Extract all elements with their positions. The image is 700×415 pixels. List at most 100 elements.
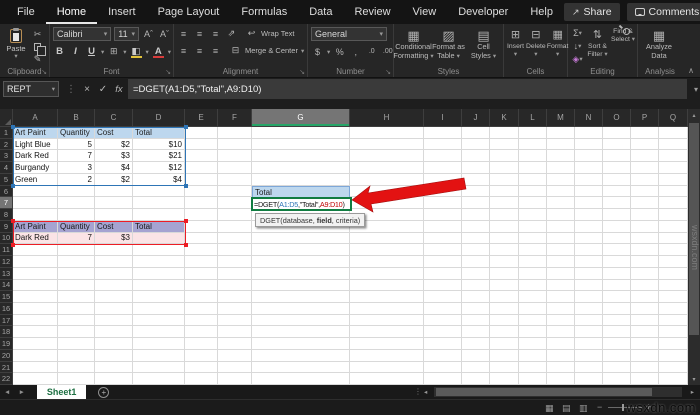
cell-A14[interactable] [13, 279, 58, 292]
scroll-down-icon[interactable]: ▾ [688, 373, 700, 385]
italic-button[interactable]: I [69, 45, 82, 58]
cell-D1[interactable]: Total [133, 127, 185, 139]
cell-O5[interactable] [603, 173, 631, 186]
cell-D7[interactable] [133, 197, 185, 210]
scrollbar-resize-handle[interactable]: ⋮ [414, 387, 422, 396]
cell-G1[interactable] [252, 127, 350, 139]
cell-P14[interactable] [631, 279, 659, 292]
cell-N3[interactable] [575, 150, 603, 163]
cell-J20[interactable] [462, 349, 490, 362]
cell-Q5[interactable] [659, 173, 688, 186]
cell-P20[interactable] [631, 349, 659, 362]
cell-O15[interactable] [603, 291, 631, 304]
cell-B6[interactable] [58, 185, 95, 198]
cell-P22[interactable] [631, 373, 659, 386]
cell-F4[interactable] [218, 162, 252, 174]
cell-F5[interactable] [218, 173, 252, 186]
cell-L22[interactable] [519, 373, 547, 386]
cell-M19[interactable] [547, 338, 575, 350]
cell-N10[interactable] [575, 232, 603, 245]
cell-N2[interactable] [575, 138, 603, 151]
cell-C10[interactable]: $3 [95, 232, 133, 245]
cell-N7[interactable] [575, 197, 603, 210]
cell-D8[interactable] [133, 209, 185, 221]
row-header-7[interactable]: 7 [0, 197, 13, 210]
cell-O18[interactable] [603, 326, 631, 339]
row-header-9[interactable]: 9 [0, 220, 13, 233]
horizontal-scrollbar[interactable] [434, 387, 682, 397]
cell-O8[interactable] [603, 209, 631, 221]
cell-P15[interactable] [631, 291, 659, 304]
zoom-out-button[interactable]: − [597, 402, 602, 412]
delete-cells-button[interactable]: ⊟ Delete ▾ [526, 27, 546, 65]
cell-N20[interactable] [575, 349, 603, 362]
cell-M13[interactable] [547, 267, 575, 280]
cell-M17[interactable] [547, 314, 575, 327]
cell-P3[interactable] [631, 150, 659, 163]
cell-D4[interactable]: $12 [133, 162, 185, 174]
cell-L12[interactable] [519, 256, 547, 268]
cell-E7[interactable] [185, 197, 218, 210]
cell-J3[interactable] [462, 150, 490, 163]
cell-L18[interactable] [519, 326, 547, 339]
cell-L8[interactable] [519, 209, 547, 221]
increase-decimal-button[interactable]: .0 [365, 45, 378, 58]
cell-F13[interactable] [218, 267, 252, 280]
cell-O3[interactable] [603, 150, 631, 163]
cell-M18[interactable] [547, 326, 575, 339]
cell-I15[interactable] [424, 291, 462, 304]
normal-view-button[interactable]: ▦ [545, 403, 554, 414]
row-header-4[interactable]: 4 [0, 162, 13, 174]
row-header-20[interactable]: 20 [0, 349, 13, 362]
cell-I7[interactable] [424, 197, 462, 210]
cell-M16[interactable] [547, 303, 575, 315]
cell-Q21[interactable] [659, 361, 688, 374]
cell-D12[interactable] [133, 256, 185, 268]
cell-C20[interactable] [95, 349, 133, 362]
cell-F2[interactable] [218, 138, 252, 151]
cell-P8[interactable] [631, 209, 659, 221]
fill-color-button[interactable]: ◧ [130, 45, 143, 58]
sheet-tab-sheet1[interactable]: Sheet1 [36, 385, 87, 399]
cell-O13[interactable] [603, 267, 631, 280]
cell-M14[interactable] [547, 279, 575, 292]
cell-Q9[interactable] [659, 220, 688, 233]
row-header-17[interactable]: 17 [0, 314, 13, 327]
cell-B12[interactable] [58, 256, 95, 268]
cell-E6[interactable] [185, 185, 218, 198]
number-format-select[interactable]: General ▾ [311, 27, 387, 41]
cell-F20[interactable] [218, 349, 252, 362]
formula-input[interactable]: =DGET(A1:D5,"Total",A9:D10) [128, 79, 687, 99]
format-as-table-button[interactable]: ▨ Format as Table ▾ [432, 27, 465, 65]
cell-L20[interactable] [519, 349, 547, 362]
comma-button[interactable]: , [349, 45, 362, 58]
align-top-button[interactable]: ≡ [177, 27, 190, 40]
align-bottom-button[interactable]: ≡ [209, 27, 222, 40]
sort-filter-button[interactable]: ⇅ Sort & Filter ▾ [586, 27, 609, 65]
cell-P21[interactable] [631, 361, 659, 374]
row-header-10[interactable]: 10 [0, 232, 13, 245]
cell-N6[interactable] [575, 185, 603, 198]
select-all-button[interactable] [0, 109, 13, 126]
cell-E13[interactable] [185, 267, 218, 280]
name-box[interactable]: REPT ▾ [3, 81, 59, 97]
cell-G3[interactable] [252, 150, 350, 163]
cell-A5[interactable]: Green [13, 173, 58, 186]
column-header-E[interactable]: E [185, 109, 218, 126]
cell-G17[interactable] [252, 314, 350, 327]
align-middle-button[interactable]: ≡ [193, 27, 206, 40]
decrease-decimal-button[interactable]: .00 [381, 45, 394, 58]
cell-A4[interactable]: Burgandy [13, 162, 58, 174]
cell-A12[interactable] [13, 256, 58, 268]
cell-Q8[interactable] [659, 209, 688, 221]
cell-K19[interactable] [490, 338, 519, 350]
cell-E4[interactable] [185, 162, 218, 174]
cell-N4[interactable] [575, 162, 603, 174]
cell-H2[interactable] [350, 138, 424, 151]
cell-H7[interactable] [350, 197, 424, 210]
cell-N14[interactable] [575, 279, 603, 292]
cell-G16[interactable] [252, 303, 350, 315]
cell-M22[interactable] [547, 373, 575, 386]
cancel-formula-button[interactable]: × [79, 84, 95, 95]
cell-M21[interactable] [547, 361, 575, 374]
